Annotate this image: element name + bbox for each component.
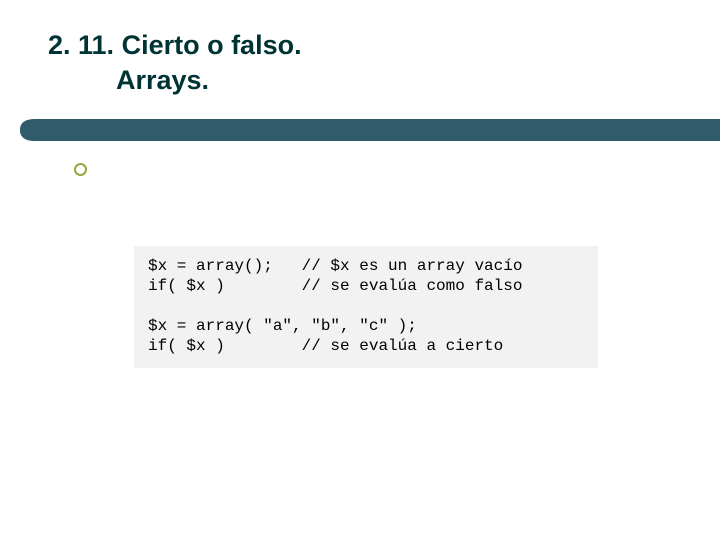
code-block: $x = array(); // $x es un array vacío if… (134, 246, 598, 368)
title-underline (0, 116, 720, 144)
bullet-icon (74, 163, 87, 176)
code-line: if( $x ) // se evalúa a cierto (148, 337, 503, 355)
title-line-1: 2. 11. Cierto o falso. (48, 28, 302, 63)
code-line: $x = array( "a", "b", "c" ); (148, 317, 417, 335)
code-line: $x = array(); // $x es un array vacío (148, 257, 522, 275)
slide-title: 2. 11. Cierto o falso. Arrays. (48, 28, 302, 98)
code-line: if( $x ) // se evalúa como falso (148, 277, 522, 295)
title-line-2: Arrays. (48, 63, 302, 98)
